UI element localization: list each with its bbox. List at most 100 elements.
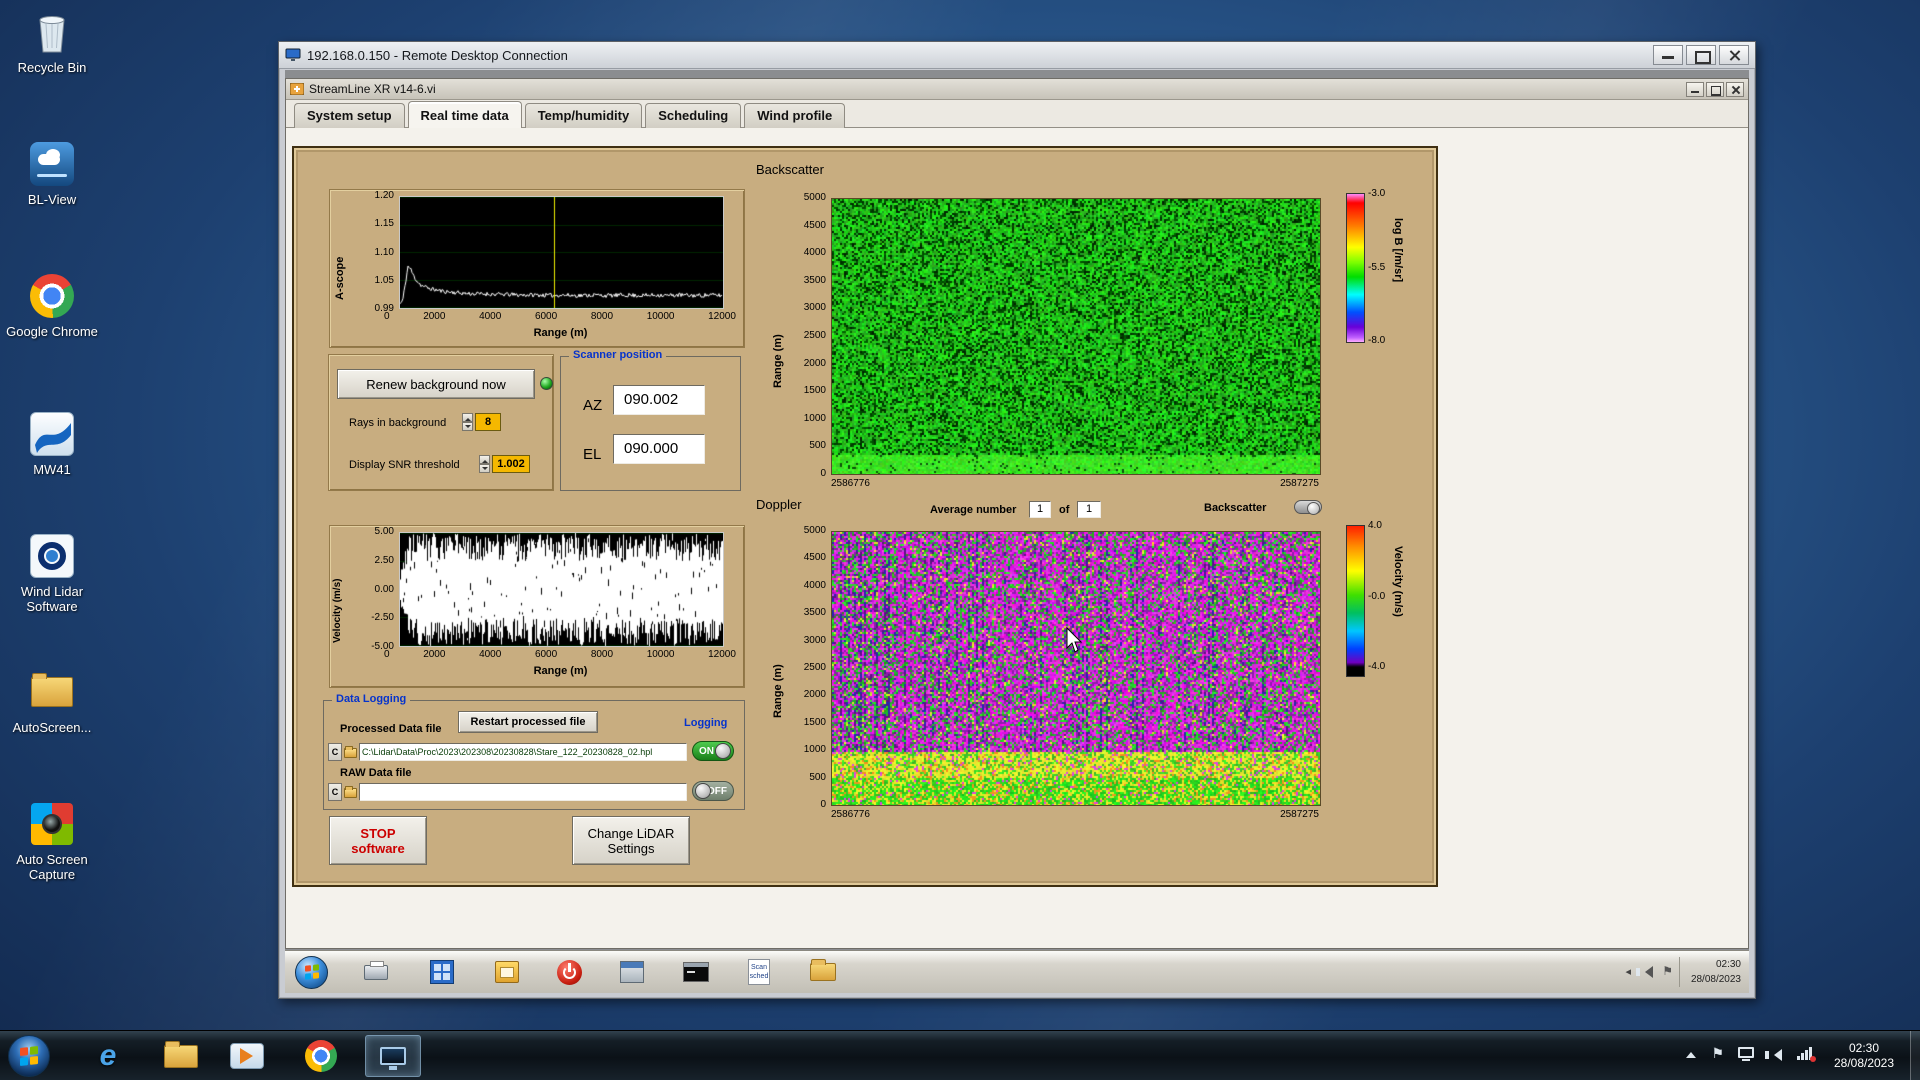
processed-logging-toggle-on[interactable]: ON	[692, 741, 734, 761]
tick-label: -2.50	[371, 612, 394, 624]
desktop-icon-google-chrome[interactable]: Google Chrome	[4, 272, 100, 339]
remote-clock[interactable]: 02:30 28/08/2023	[1679, 957, 1741, 987]
tick-label: 1500	[803, 385, 826, 397]
show-desktop-button[interactable]	[1910, 1031, 1920, 1080]
backscatter-toggle[interactable]	[1294, 500, 1322, 515]
backscatter-x-start-label: 2586776	[831, 478, 870, 489]
mw41-icon	[28, 410, 76, 458]
remote-volume-icon[interactable]	[1636, 966, 1653, 978]
stop-button-line2: software	[351, 840, 405, 856]
maximize-button[interactable]	[1686, 45, 1716, 65]
desktop-icon-autoscreen[interactable]: AutoScreen...	[4, 668, 100, 735]
velocity-plot[interactable]	[399, 532, 724, 647]
tick-label: 6000	[534, 649, 558, 660]
tab-system-setup[interactable]: System setup	[294, 103, 405, 128]
rays-in-background-label: Rays in background	[349, 417, 447, 429]
close-button[interactable]	[1719, 45, 1749, 65]
desktop-icon-wind-lidar[interactable]: Wind Lidar Software	[4, 532, 100, 614]
tab-bar: System setup Real time data Temp/humidit…	[286, 100, 1748, 128]
system-app-icon[interactable]	[618, 958, 646, 986]
tab-temp-humidity[interactable]: Temp/humidity	[524, 103, 643, 128]
taskbar-media-player[interactable]	[219, 1035, 275, 1077]
taskbar-folder-icon[interactable]	[809, 958, 837, 986]
scan-icon-text1: Scan	[751, 964, 767, 971]
snr-spinner[interactable]	[479, 455, 490, 473]
rdp-window-icon	[285, 48, 301, 61]
start-button[interactable]	[8, 1035, 50, 1077]
a-scope-x-ticks: 0 2000 4000 6000 8000 10000 12000	[384, 311, 736, 322]
taskbar-internet-explorer[interactable]: e	[80, 1035, 136, 1077]
desktop-icon-label: Wind Lidar Software	[20, 584, 84, 614]
az-value-field[interactable]: 090.002	[613, 385, 705, 415]
a-scope-plot[interactable]	[399, 196, 724, 309]
doppler-heatmap[interactable]	[831, 531, 1321, 806]
tab-scheduling[interactable]: Scheduling	[645, 103, 742, 128]
raw-path-field[interactable]	[359, 783, 687, 801]
backscatter-heading: Backscatter	[756, 162, 824, 177]
velocity-chart: Velocity (m/s) 5.00 2.50 0.00 -2.50 -5.00 02…	[329, 525, 745, 688]
average-number-field[interactable]: 1	[1029, 501, 1051, 518]
tick-label: 2.50	[374, 554, 394, 566]
desktop-icon-label: BL-View	[27, 192, 77, 207]
remote-start-button[interactable]	[295, 956, 328, 989]
tray-chevron-icon[interactable]	[1686, 1051, 1696, 1058]
app-close-button[interactable]	[1726, 81, 1744, 97]
minimize-button[interactable]	[1653, 45, 1683, 65]
taskbar-windows-explorer[interactable]	[153, 1035, 209, 1077]
tick-label: 0.00	[374, 583, 394, 595]
processed-path-browse-icon[interactable]	[344, 746, 357, 758]
rays-spinner[interactable]	[462, 413, 473, 431]
desktop-icon-recycle-bin[interactable]: Recycle Bin	[4, 8, 100, 75]
remote-flag-icon[interactable]: ⚑	[1662, 964, 1673, 978]
rdp-titlebar[interactable]: 192.168.0.150 - Remote Desktop Connectio…	[279, 42, 1755, 69]
taskbar-google-chrome[interactable]	[293, 1035, 349, 1077]
terminal-icon[interactable]	[682, 958, 710, 986]
processed-path-drive-chip[interactable]: C	[328, 743, 342, 761]
remote-tray-chevron-icon[interactable]: ◂	[1625, 965, 1631, 978]
velocity-y-axis-label: Velocity (m/s)	[332, 578, 343, 643]
doppler-y-axis-label: Range (m)	[772, 664, 784, 718]
desktop-icon-bl-view[interactable]: BL-View	[4, 140, 100, 207]
renew-background-button[interactable]: Renew background now	[337, 369, 535, 399]
processed-path-field[interactable]: C:\Lidar\Data\Proc\2023\202308\20230828\…	[359, 743, 687, 761]
raw-path-drive-chip[interactable]: C	[328, 783, 342, 801]
average-number-label: Average number	[930, 504, 1017, 516]
tray-display-icon[interactable]	[1738, 1047, 1754, 1061]
tick-label: -8.0	[1368, 335, 1386, 346]
tray-volume-icon[interactable]	[1765, 1049, 1782, 1061]
stop-software-button[interactable]: STOP software	[329, 816, 427, 865]
tray-flag-icon[interactable]: ⚑	[1711, 1045, 1724, 1062]
snr-value-field[interactable]: 1.002	[492, 455, 530, 473]
restart-processed-file-button[interactable]: Restart processed file	[458, 711, 598, 733]
backscatter-heatmap[interactable]	[831, 198, 1321, 475]
app-restore-button[interactable]	[1706, 81, 1724, 97]
average-total-field[interactable]: 1	[1077, 501, 1101, 518]
desktop-icon-label: MW41	[33, 462, 71, 477]
power-off-icon[interactable]	[555, 958, 583, 986]
tick-label: 1.10	[374, 246, 394, 258]
tab-wind-profile[interactable]: Wind profile	[744, 103, 846, 128]
tick-label: 4500	[803, 219, 826, 231]
tick-label: 1000	[803, 744, 826, 756]
scan-sched-icon[interactable]: Scan sched	[745, 958, 773, 986]
average-of-label: of	[1059, 504, 1070, 516]
app-titlebar[interactable]: StreamLine XR v14-6.vi	[286, 79, 1748, 100]
desktop-icon-label: Google Chrome	[6, 324, 98, 339]
rays-value-field[interactable]: 8	[475, 413, 501, 431]
taskbar-remote-desktop-active[interactable]	[365, 1035, 421, 1077]
el-value-field[interactable]: 090.000	[613, 434, 705, 464]
raw-logging-toggle-off[interactable]: OFF	[692, 781, 734, 801]
remote-clock-time: 02:30	[1715, 959, 1741, 970]
desktop-icon-auto-screen-capture[interactable]: Auto Screen Capture	[4, 800, 100, 882]
tab-real-time-data[interactable]: Real time data	[407, 101, 522, 128]
raw-path-browse-icon[interactable]	[344, 786, 357, 798]
desktop-icon-mw41[interactable]: MW41	[4, 410, 100, 477]
app-minimize-button[interactable]	[1686, 81, 1704, 97]
yellow-app-icon[interactable]	[493, 958, 521, 986]
tick-label: -3.0	[1368, 188, 1386, 199]
tray-network-icon[interactable]	[1797, 1047, 1816, 1062]
system-clock[interactable]: 02:30 28/08/2023	[1822, 1041, 1906, 1071]
remote-desktop-app-icon[interactable]	[428, 958, 456, 986]
printer-icon[interactable]	[362, 958, 390, 986]
change-lidar-settings-button[interactable]: Change LiDAR Settings	[572, 816, 690, 865]
